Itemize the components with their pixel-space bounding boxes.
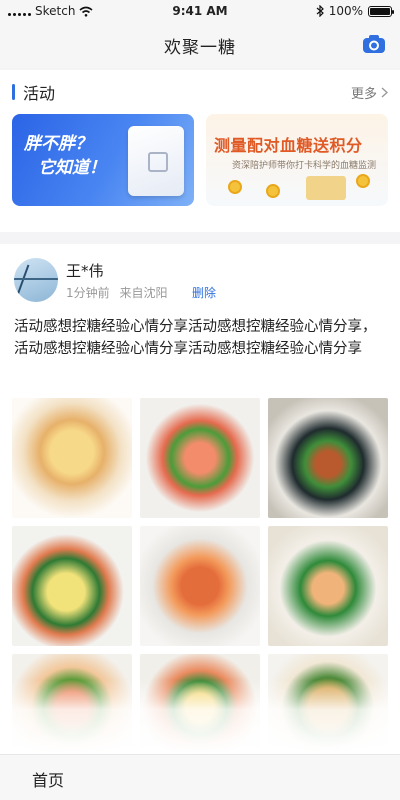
- user-name[interactable]: 王*伟: [66, 260, 104, 281]
- wifi-icon: [79, 6, 93, 17]
- status-right: 100%: [242, 4, 394, 18]
- coin-icon: [356, 174, 370, 188]
- toast-sandwich-photo[interactable]: [12, 398, 132, 518]
- carrier-label: Sketch: [35, 4, 76, 18]
- section-marker: [12, 84, 15, 100]
- avatar[interactable]: [14, 258, 58, 302]
- shrimp-pasta-photo[interactable]: [140, 526, 260, 646]
- post-text: 活动感想控糖经验心情分享活动感想控糖经验心情分享，活动感想控糖经验心情分享活动感…: [14, 319, 377, 357]
- battery-percent: 100%: [328, 4, 363, 18]
- salmon-broccoli-photo[interactable]: [268, 526, 388, 646]
- status-left: Sketch: [8, 4, 158, 18]
- tab-home[interactable]: 首页: [32, 767, 64, 791]
- battery-icon: [368, 5, 394, 17]
- activity-header: 活动 更多: [0, 70, 400, 114]
- banner-scale-promo[interactable]: 胖不胖？ 它知道！: [12, 114, 194, 206]
- coin-icon: [266, 184, 280, 198]
- banner-1-text: 胖不胖？ 它知道！: [24, 132, 106, 180]
- vegetable-plate-photo[interactable]: [268, 398, 388, 518]
- bluetooth-icon: [316, 5, 324, 17]
- scale-image: [128, 126, 184, 196]
- banner-1-line1: 胖不胖？: [24, 134, 92, 154]
- activity-title: 活动: [23, 84, 56, 103]
- banner-glucose-promo[interactable]: 测量配对血糖送积分 资深陪护师带你打卡科学的血糖监测: [206, 114, 388, 206]
- tab-bar: 首页: [0, 754, 400, 800]
- coin-icon: [228, 180, 242, 194]
- banner-1-line2: 它知道！: [38, 158, 106, 178]
- salmon-salad-photo[interactable]: [140, 398, 260, 518]
- post-time: 1分钟前: [66, 286, 110, 300]
- status-bar: Sketch 9:41 AM 100%: [0, 0, 400, 22]
- signal-icon: [8, 6, 31, 16]
- page-title: 欢聚一糖: [164, 37, 236, 58]
- delete-button[interactable]: 删除: [192, 284, 216, 301]
- status-time: 9:41 AM: [172, 4, 228, 18]
- camera-icon[interactable]: [362, 34, 386, 54]
- egg-avocado-salad-photo[interactable]: [12, 526, 132, 646]
- post-location: 来自沈阳: [119, 286, 168, 300]
- nav-bar: 欢聚一糖: [0, 22, 400, 68]
- chevron-right-icon: [381, 86, 388, 98]
- gift-box-image: [306, 176, 346, 200]
- banner-list: 胖不胖？ 它知道！ 测量配对血糖送积分 资深陪护师带你打卡科学的血糖监测: [0, 114, 400, 206]
- banner-2-subtitle: 资深陪护师带你打卡科学的血糖监测: [232, 161, 377, 171]
- scroll-fade: [0, 680, 400, 754]
- more-label: 更多: [350, 86, 377, 102]
- post-meta: 1分钟前 来自沈阳: [66, 284, 167, 301]
- more-link[interactable]: 更多: [351, 83, 388, 102]
- post-header: 王*伟 1分钟前 来自沈阳 删除: [0, 244, 400, 316]
- banner-2-title: 测量配对血糖送积分: [214, 136, 363, 155]
- post-card: 王*伟 1分钟前 来自沈阳 删除 活动感想控糖经验心情分享活动感想控糖经验心情分…: [0, 244, 400, 754]
- activity-section: 活动 更多 胖不胖？ 它知道！ 测量配对血糖送积分 资深陪护师带你打卡科学的血糖…: [0, 70, 400, 232]
